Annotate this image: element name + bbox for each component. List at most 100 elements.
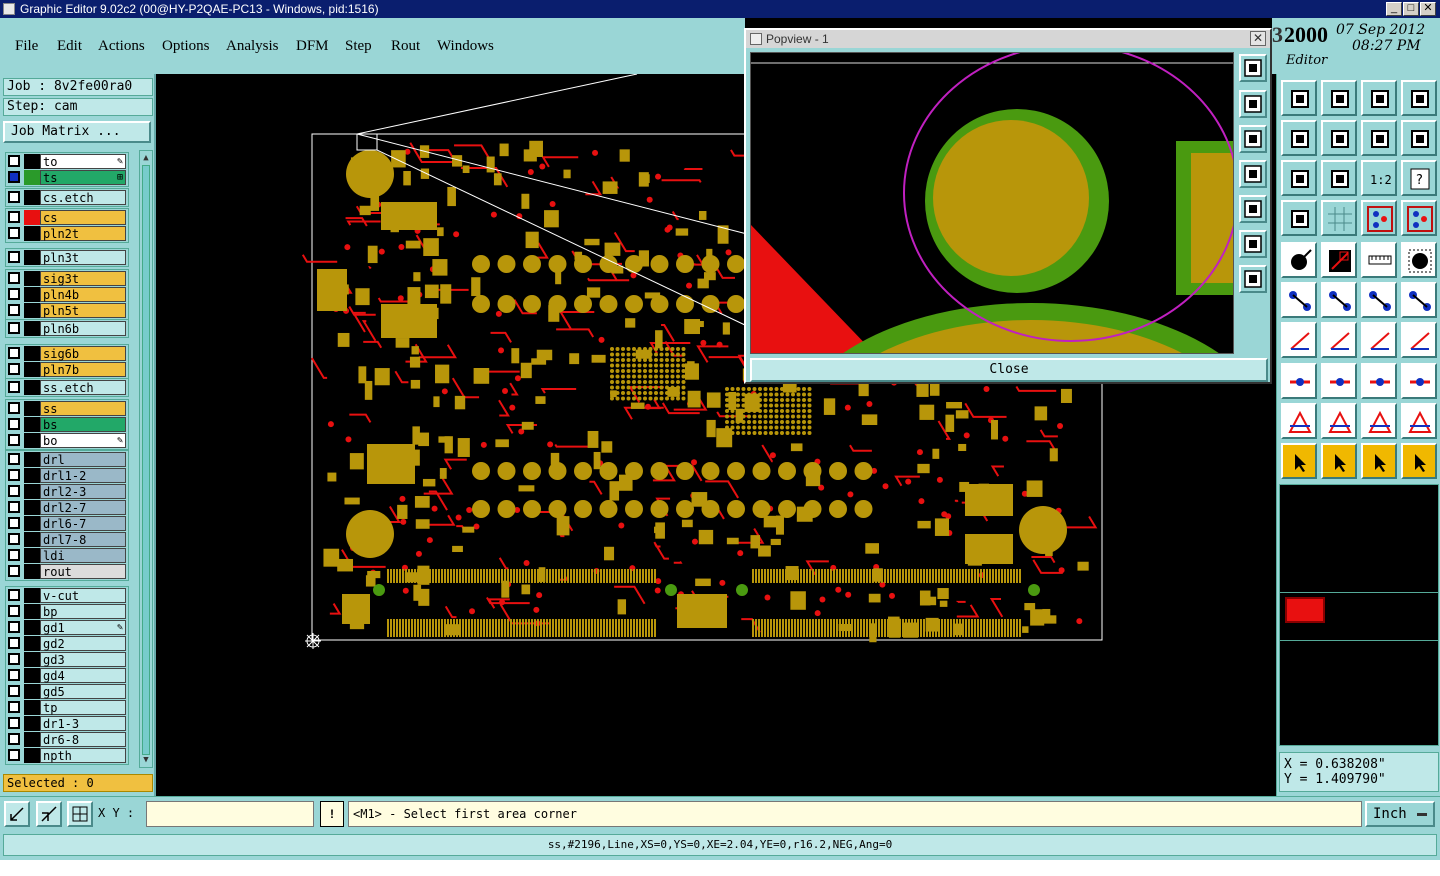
layer-checkbox[interactable] (8, 304, 20, 316)
layer-color-swatch[interactable] (24, 516, 40, 531)
layer-checkbox[interactable] (8, 669, 20, 681)
layer-name[interactable]: bp (40, 604, 126, 619)
layer-row-cs[interactable]: cs (3, 210, 126, 225)
layer-name[interactable]: cs.etch (40, 190, 126, 205)
cover-alt-icon[interactable] (1401, 403, 1437, 439)
node-icon[interactable] (1281, 282, 1317, 318)
layer-checkbox[interactable] (8, 549, 20, 561)
layer-checkbox[interactable] (8, 501, 20, 513)
move-right-icon[interactable] (1321, 120, 1357, 156)
layer-row-sig3t[interactable]: sig3t (3, 271, 126, 286)
layer-checkbox[interactable] (8, 288, 20, 300)
xy-input[interactable] (146, 801, 314, 827)
layer-row-gd5[interactable]: gd5 (3, 684, 126, 699)
layer-color-swatch[interactable] (24, 362, 40, 377)
layer-row-pln5t[interactable]: pln5t (3, 303, 126, 318)
layer-checkbox[interactable] (8, 469, 20, 481)
layer-checkbox[interactable] (8, 434, 20, 446)
layer-color-swatch[interactable] (24, 170, 40, 185)
maximize-button[interactable]: □ (1403, 2, 1419, 16)
layer-row-dr1-3[interactable]: dr1-3 (3, 716, 126, 731)
layer-row-drl2-3[interactable]: drl2-3 (3, 484, 126, 499)
layer-row-drl2-7[interactable]: drl2-7 (3, 500, 126, 515)
layer-color-swatch[interactable] (24, 548, 40, 563)
layer-row-ss[interactable]: ss (3, 401, 126, 416)
layer-name[interactable]: pln7b (40, 362, 126, 377)
layer-name[interactable]: gd3 (40, 652, 126, 667)
fit-icon[interactable] (1281, 160, 1317, 196)
layer-color-swatch[interactable] (24, 380, 40, 395)
layer-name[interactable]: dr6-8 (40, 732, 126, 747)
layer-name[interactable]: npth (40, 748, 126, 763)
menu-step[interactable]: Step (345, 38, 372, 55)
layer-row-npth[interactable]: npth (3, 748, 126, 763)
layer-checkbox[interactable] (8, 589, 20, 601)
layer-checkbox[interactable] (8, 565, 20, 577)
layer-row-ldi[interactable]: ldi (3, 548, 126, 563)
layer-color-swatch[interactable] (24, 588, 40, 603)
layer-checkbox[interactable] (8, 685, 20, 697)
layer-name[interactable]: pln5t (40, 303, 126, 318)
step-down-icon[interactable] (1321, 80, 1357, 116)
pv-pan-left-icon[interactable] (1239, 160, 1267, 188)
menu-file[interactable]: File (15, 38, 38, 55)
menu-dfm[interactable]: DFM (296, 38, 329, 55)
layer-row-gd1[interactable]: gd1 ✎ (3, 620, 126, 635)
layer-name[interactable]: rout (40, 564, 126, 579)
layer-name[interactable]: cs (40, 210, 126, 225)
layer-row-dr6-8[interactable]: dr6-8 (3, 732, 126, 747)
layer-checkbox[interactable] (8, 717, 20, 729)
layer-checkbox[interactable] (8, 749, 20, 761)
minimize-button[interactable]: _ (1386, 2, 1402, 16)
close-window-button[interactable]: ✕ (1420, 2, 1436, 16)
layer-row-ss.etch[interactable]: ss.etch (3, 380, 126, 395)
pv-zoom-home-icon[interactable] (1239, 54, 1267, 82)
layer-name[interactable]: gd1 ✎ (40, 620, 126, 635)
layer-color-swatch[interactable] (24, 620, 40, 635)
layer-color-swatch[interactable] (24, 636, 40, 651)
layer-name[interactable]: drl1-2 (40, 468, 126, 483)
grid-snap-icon[interactable] (67, 801, 93, 827)
pointer-box-icon[interactable] (1321, 443, 1357, 479)
layer-name[interactable]: bo ✎ (40, 433, 126, 448)
layer-checkbox[interactable] (8, 322, 20, 334)
layer-checkbox[interactable] (8, 227, 20, 239)
layer-color-swatch[interactable] (24, 226, 40, 241)
layer-name[interactable]: pln4b (40, 287, 126, 302)
layer-color-swatch[interactable] (24, 287, 40, 302)
pv-pan-right-icon[interactable] (1239, 195, 1267, 223)
help-icon[interactable]: ? (1401, 160, 1437, 196)
layer-row-bo[interactable]: bo ✎ (3, 433, 126, 448)
layer-name[interactable]: drl7-8 (40, 532, 126, 547)
layer-color-swatch[interactable] (24, 154, 40, 169)
center-icon[interactable] (1321, 160, 1357, 196)
layer-row-gd3[interactable]: gd3 (3, 652, 126, 667)
pointer-yellow-icon[interactable] (1361, 443, 1397, 479)
layer-color-swatch[interactable] (24, 271, 40, 286)
dimension-icon[interactable] (1361, 363, 1397, 399)
grid-icon[interactable] (1321, 200, 1357, 236)
layer-checkbox[interactable] (8, 347, 20, 359)
layer-color-swatch[interactable] (24, 500, 40, 515)
menu-edit[interactable]: Edit (57, 38, 82, 55)
line-node-icon[interactable] (1361, 282, 1397, 318)
popview-close-icon[interactable]: ✕ (1250, 31, 1266, 46)
current-color-swatch[interactable] (1285, 597, 1325, 623)
layer-color-swatch[interactable] (24, 321, 40, 336)
units-dropdown[interactable]: Inch (1365, 801, 1435, 827)
pv-zoom-in-icon[interactable] (1239, 230, 1267, 258)
layer-name[interactable]: dr1-3 (40, 716, 126, 731)
layer-color-swatch[interactable] (24, 346, 40, 361)
layer-row-cs.etch[interactable]: cs.etch (3, 190, 126, 205)
layer-color-swatch[interactable] (24, 564, 40, 579)
layer-checkbox[interactable] (8, 733, 20, 745)
layer-name[interactable]: gd4 (40, 668, 126, 683)
layer-checkbox[interactable] (8, 637, 20, 649)
layer-color-swatch[interactable] (24, 401, 40, 416)
redo-icon[interactable] (1401, 120, 1437, 156)
move-left-icon[interactable] (1281, 120, 1317, 156)
layer-color-swatch[interactable] (24, 433, 40, 448)
layer-row-ts[interactable]: ts ⊞ (3, 170, 126, 185)
warning-button[interactable]: ! (320, 801, 344, 827)
layer-checkbox[interactable] (8, 517, 20, 529)
